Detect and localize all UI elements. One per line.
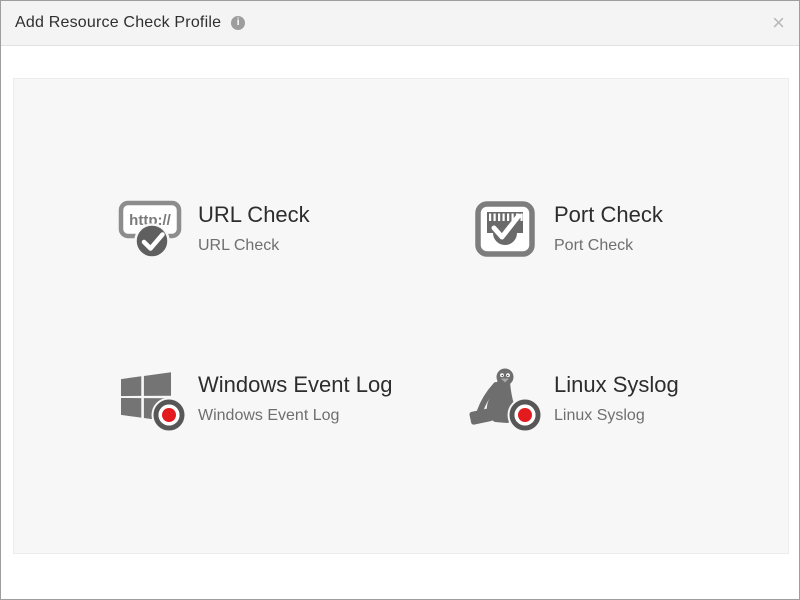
option-title: URL Check bbox=[198, 204, 310, 226]
url-check-icon: http:// bbox=[114, 197, 184, 261]
option-subtitle: Linux Syslog bbox=[554, 408, 679, 424]
linux-syslog-icon bbox=[470, 367, 540, 431]
add-resource-check-profile-dialog: Add Resource Check Profile i × http:// U… bbox=[0, 0, 800, 600]
info-icon[interactable]: i bbox=[231, 16, 245, 30]
option-text: URL Check URL Check bbox=[198, 204, 310, 254]
option-windows-event-log[interactable]: Windows Event Log Windows Event Log bbox=[114, 367, 392, 431]
option-title: Windows Event Log bbox=[198, 374, 392, 396]
dialog-header: Add Resource Check Profile i × bbox=[1, 1, 799, 46]
close-icon[interactable]: × bbox=[772, 12, 785, 34]
option-port-check[interactable]: Port Check Port Check bbox=[470, 197, 663, 261]
option-url-check[interactable]: http:// URL Check URL Check bbox=[114, 197, 310, 261]
record-dot-icon bbox=[508, 398, 543, 433]
option-subtitle: Port Check bbox=[554, 238, 663, 254]
option-title: Port Check bbox=[554, 204, 663, 226]
windows-event-log-icon bbox=[114, 367, 184, 431]
option-linux-syslog[interactable]: Linux Syslog Linux Syslog bbox=[470, 367, 679, 431]
option-text: Linux Syslog Linux Syslog bbox=[554, 374, 679, 424]
option-text: Port Check Port Check bbox=[554, 204, 663, 254]
option-text: Windows Event Log Windows Event Log bbox=[198, 374, 392, 424]
dialog-title: Add Resource Check Profile bbox=[15, 14, 221, 32]
options-panel: http:// URL Check URL Check bbox=[13, 78, 789, 554]
option-subtitle: Windows Event Log bbox=[198, 408, 392, 424]
record-dot-icon bbox=[152, 398, 187, 433]
port-check-icon bbox=[470, 197, 540, 261]
option-title: Linux Syslog bbox=[554, 374, 679, 396]
option-subtitle: URL Check bbox=[198, 238, 310, 254]
